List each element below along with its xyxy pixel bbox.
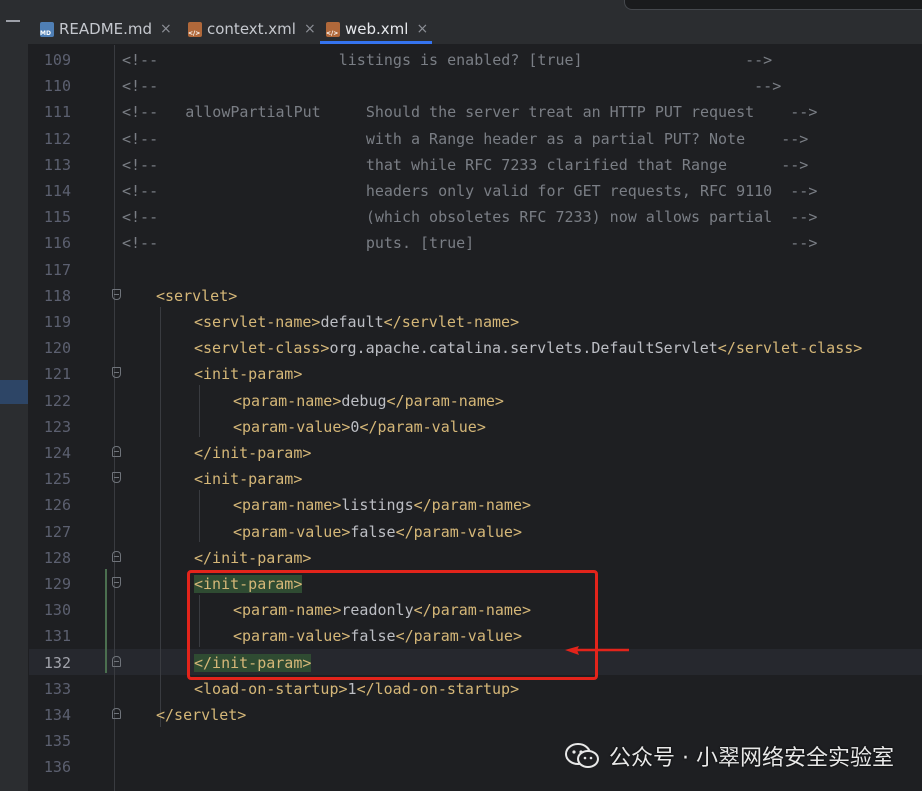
line-number[interactable]: 132 — [29, 650, 71, 676]
code-text: <servlet-class>org.apache.catalina.servl… — [194, 339, 863, 358]
close-icon[interactable]: × — [160, 21, 172, 37]
tab-label: context.xml — [207, 20, 296, 38]
line-number[interactable]: 115 — [29, 204, 71, 230]
fold-marker-icon[interactable] — [112, 367, 121, 379]
fold-marker-icon[interactable] — [112, 288, 121, 300]
line-number[interactable]: 128 — [29, 545, 71, 571]
code-line[interactable]: 115 <!-- (which obsoletes RFC 7233) now a… — [29, 204, 922, 230]
fold-marker-icon[interactable] — [112, 577, 121, 588]
code-text: <param-value>false</param-value> — [233, 522, 522, 541]
code-line[interactable]: 127 <param-value>false</param-value> — [29, 519, 922, 545]
line-number[interactable]: 111 — [29, 99, 71, 125]
code-line[interactable]: 109 <!-- listings is enabled? [true] --> — [29, 47, 922, 73]
line-number[interactable]: 134 — [29, 702, 71, 728]
code-text: <!-- with a Range header as a partial PU… — [122, 129, 809, 148]
tool-window-strip — [0, 0, 29, 791]
xml-file-icon: </> — [326, 21, 340, 37]
tab-label: web.xml — [345, 20, 409, 38]
line-number[interactable]: 113 — [29, 152, 71, 178]
line-number[interactable]: 112 — [29, 126, 71, 152]
code-line[interactable]: 116 <!-- puts. [true] --> — [29, 230, 922, 256]
line-number[interactable]: 135 — [29, 728, 71, 754]
code-text: <!-- puts. [true] --> — [122, 234, 818, 253]
project-tool-marker[interactable] — [0, 380, 28, 404]
line-number[interactable]: 136 — [29, 754, 71, 780]
code-line[interactable]: 110 <!-- --> — [29, 73, 922, 99]
code-text: <init-param> — [194, 470, 303, 489]
code-line[interactable]: 114 <!-- headers only valid for GET reque… — [29, 178, 922, 204]
annotation-arrow — [565, 646, 629, 655]
line-number[interactable]: 114 — [29, 178, 71, 204]
code-line[interactable]: 112 <!-- with a Range header as a partial… — [29, 126, 922, 152]
xml-file-icon: </> — [188, 21, 202, 37]
line-number[interactable]: 131 — [29, 623, 71, 649]
code-text: <servlet-name>default</servlet-name> — [194, 313, 520, 331]
line-number[interactable]: 126 — [29, 492, 71, 518]
tab-context-xml[interactable]: </> context.xml × — [188, 14, 316, 44]
code-text: <!-- listings is enabled? [true] --> — [122, 51, 773, 69]
markdown-file-icon: MD — [40, 21, 54, 37]
line-number[interactable]: 122 — [29, 388, 71, 414]
window-frame-edge — [624, 0, 922, 10]
code-line[interactable]: 123 <param-value>0</param-value> — [29, 414, 922, 440]
line-number[interactable]: 117 — [29, 257, 71, 283]
watermark-text: 公众号 · 小翠网络安全实验室 — [609, 746, 894, 771]
tab-label: README.md — [59, 20, 153, 38]
code-line[interactable]: 126 <param-name>listings</param-name> — [29, 492, 922, 518]
code-text: <!-- that while RFC 7233 clarified that … — [122, 155, 809, 174]
line-number[interactable]: 129 — [29, 571, 71, 597]
code-text: <!-- (which obsoletes RFC 7233) now allo… — [122, 208, 818, 227]
line-number[interactable]: 125 — [29, 466, 71, 492]
code-text: <!-- headers only valid for GET requests… — [122, 182, 818, 200]
tab-readme[interactable]: MD README.md × — [40, 14, 172, 44]
line-number[interactable]: 118 — [29, 283, 71, 309]
wechat-icon — [565, 743, 600, 768]
code-text: <!-- allowPartialPut Should the server t… — [122, 103, 818, 122]
fold-marker-icon[interactable] — [112, 472, 121, 484]
watermark: 公众号 · 小翠网络安全实验室 — [565, 740, 894, 772]
fold-marker-icon[interactable] — [112, 550, 121, 562]
code-line[interactable]: 117 — [29, 257, 922, 283]
code-text: <param-name>debug</param-name> — [233, 391, 504, 410]
collapse-icon[interactable] — [6, 20, 20, 22]
line-number[interactable]: 116 — [29, 230, 71, 256]
code-line[interactable]: 120 <servlet-class>org.apache.catalina.se… — [29, 335, 922, 361]
code-line[interactable]: 125 <init-param> — [29, 466, 922, 492]
fold-marker-icon[interactable] — [112, 708, 121, 719]
fold-marker-icon[interactable] — [112, 446, 121, 457]
code-text: </init-param> — [194, 444, 312, 462]
line-number[interactable]: 109 — [29, 47, 71, 73]
code-text: <servlet> — [156, 286, 238, 305]
line-number[interactable]: 110 — [29, 73, 71, 99]
code-line[interactable]: 124 </init-param> — [29, 440, 922, 466]
tab-web-xml[interactable]: </> web.xml × — [319, 14, 433, 44]
line-number[interactable]: 127 — [29, 519, 71, 545]
code-line[interactable]: 118 <servlet> — [29, 283, 922, 309]
line-number[interactable]: 133 — [29, 676, 71, 702]
code-line[interactable]: 121 <init-param> — [29, 361, 922, 387]
editor-tab-bar: MD README.md × </> context.xml × </> web… — [28, 0, 922, 45]
code-text: </servlet> — [156, 706, 247, 724]
code-text: <param-value>0</param-value> — [233, 417, 486, 436]
code-line[interactable]: 111 <!-- allowPartialPut Should the serve… — [29, 99, 922, 125]
code-text: <!-- --> — [122, 77, 782, 96]
code-text: <param-name>listings</param-name> — [233, 496, 532, 515]
line-number[interactable]: 124 — [29, 440, 71, 466]
close-icon[interactable]: × — [416, 21, 428, 37]
code-line[interactable]: 113 <!-- that while RFC 7233 clarified th… — [29, 152, 922, 178]
fold-marker-icon[interactable] — [112, 655, 121, 667]
line-number[interactable]: 120 — [29, 335, 71, 361]
code-line[interactable]: 122 <param-name>debug</param-name> — [29, 388, 922, 414]
close-icon[interactable]: × — [304, 21, 316, 37]
line-number[interactable]: 121 — [29, 361, 71, 387]
code-line[interactable]: 134 </servlet> — [29, 702, 922, 728]
line-number[interactable]: 123 — [29, 414, 71, 440]
line-number[interactable]: 130 — [29, 597, 71, 623]
code-line[interactable]: 119 <servlet-name>default</servlet-name> — [29, 309, 922, 335]
code-text: </init-param> — [194, 548, 312, 567]
code-text: <init-param> — [194, 365, 303, 384]
code-line[interactable]: 128 </init-param> — [29, 545, 922, 571]
highlight-annotation-box — [187, 570, 598, 680]
line-number[interactable]: 119 — [29, 309, 71, 335]
